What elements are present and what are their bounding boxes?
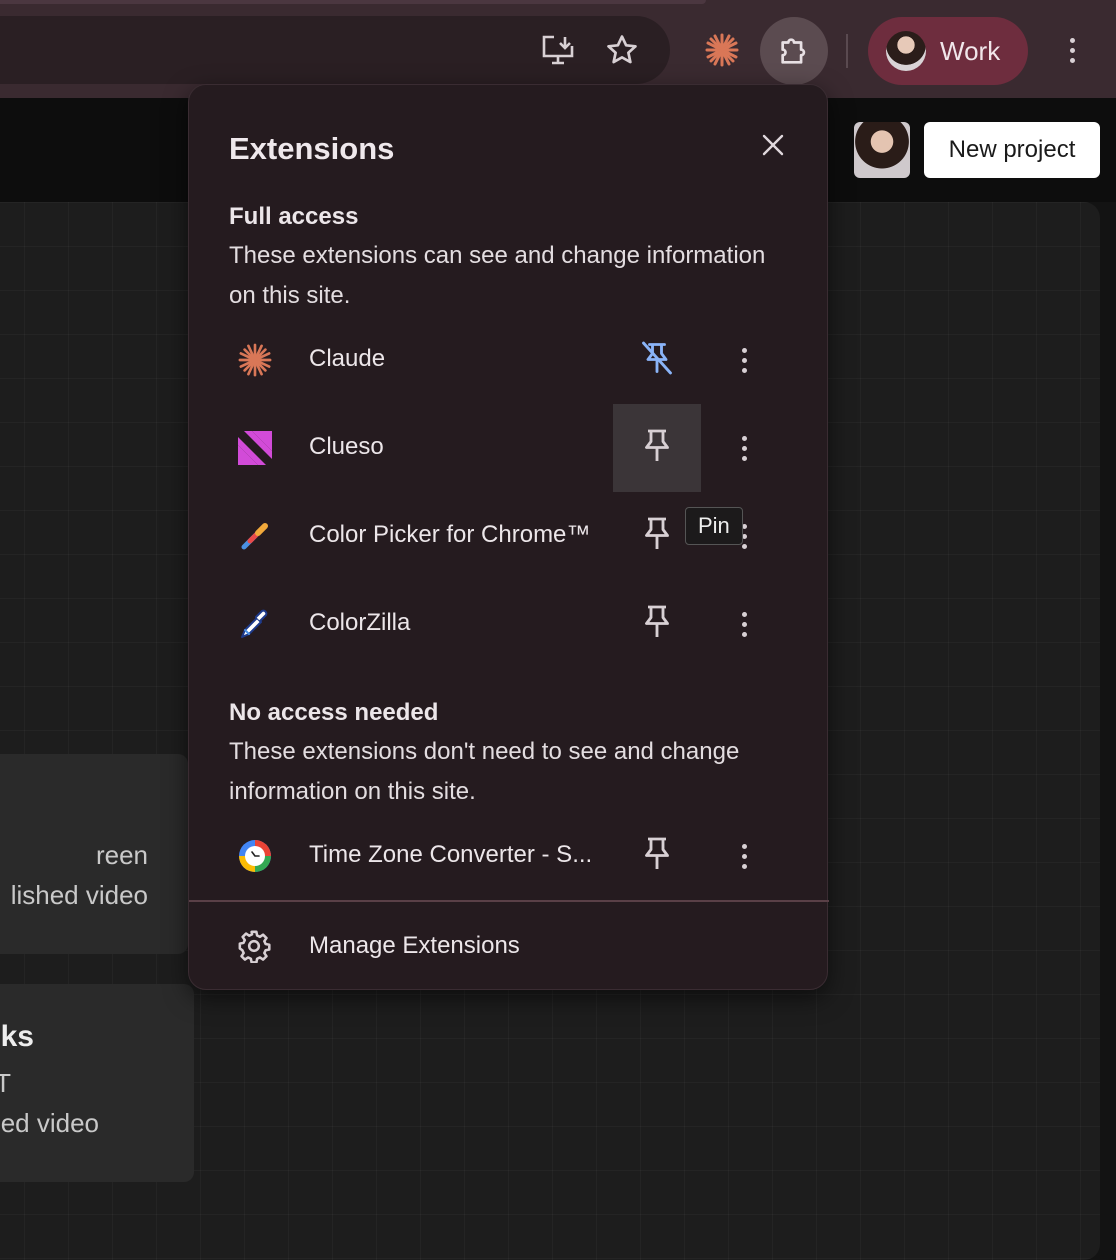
new-project-button[interactable]: New project xyxy=(924,122,1100,178)
card-text: ed video xyxy=(0,1108,99,1138)
toolbar-separator xyxy=(846,34,848,68)
extension-name: Claude xyxy=(309,345,386,372)
section-heading-full-access: Full access xyxy=(229,203,359,230)
pin-tooltip: Pin xyxy=(685,507,743,545)
card-text: reen xyxy=(95,840,148,870)
manage-extensions-button[interactable]: Manage Extensions xyxy=(189,905,829,989)
section-description: These extensions don't need to see and c… xyxy=(229,738,740,805)
section-description: These extensions can see and change info… xyxy=(229,242,766,309)
unpin-icon xyxy=(639,340,675,381)
popup-title: Extensions xyxy=(229,131,395,166)
extensions-menu: Extensions Full access These extensions … xyxy=(188,84,829,990)
feature-card[interactable]: ks PT ed video xyxy=(0,984,194,1182)
divider xyxy=(189,900,829,902)
eyedropper-icon xyxy=(237,606,273,642)
avatar[interactable] xyxy=(854,122,910,178)
more-vert-icon xyxy=(741,843,747,869)
pin-button[interactable] xyxy=(613,404,701,492)
time-zone-converter-icon xyxy=(237,838,273,874)
install-app-icon[interactable] xyxy=(538,32,578,68)
extension-row-colorzilla[interactable]: ColorZilla xyxy=(189,580,829,668)
color-picker-icon xyxy=(237,518,273,554)
more-vert-icon xyxy=(741,611,747,637)
close-icon xyxy=(761,133,785,162)
unpin-button[interactable] xyxy=(613,316,701,404)
extension-name: ColorZilla xyxy=(309,609,411,636)
claude-starburst-icon xyxy=(237,342,273,378)
manage-extensions-label: Manage Extensions xyxy=(309,932,520,959)
bookmark-star-icon[interactable] xyxy=(602,30,642,70)
more-vert-icon xyxy=(741,435,747,461)
more-options-button[interactable] xyxy=(729,340,759,380)
feature-card[interactable]: reen lished video xyxy=(0,754,188,954)
extension-name: Time Zone Converter - S... xyxy=(309,841,593,868)
avatar xyxy=(886,31,926,71)
extensions-puzzle-icon xyxy=(776,33,812,69)
extensions-button[interactable] xyxy=(760,17,828,85)
card-text: lished video xyxy=(10,880,148,910)
pin-icon xyxy=(642,428,672,469)
more-options-button[interactable] xyxy=(729,604,759,644)
card-text: PT xyxy=(0,1068,11,1098)
extension-row-time-zone-converter[interactable]: Time Zone Converter - S... xyxy=(189,812,829,900)
extension-row-clueso[interactable]: Clueso xyxy=(189,404,829,492)
pin-button[interactable] xyxy=(613,812,701,900)
pin-icon xyxy=(642,836,672,877)
extension-row-claude[interactable]: Claude xyxy=(189,316,829,404)
clueso-logo-icon xyxy=(237,430,273,466)
tab-strip-edge xyxy=(0,0,706,4)
profile-button[interactable]: Work xyxy=(868,17,1028,85)
extension-name: Clueso xyxy=(309,433,384,460)
pin-button[interactable] xyxy=(613,580,701,668)
close-button[interactable] xyxy=(755,129,791,165)
section-heading-no-access: No access needed xyxy=(229,699,439,726)
more-options-button[interactable] xyxy=(729,428,759,468)
profile-label: Work xyxy=(940,35,1001,66)
more-vert-icon xyxy=(741,347,747,373)
extension-name: Color Picker for Chrome™ xyxy=(309,521,591,548)
pin-icon xyxy=(642,516,672,557)
gear-icon xyxy=(237,929,273,965)
chrome-menu-icon[interactable] xyxy=(1058,30,1086,70)
more-options-button[interactable] xyxy=(729,836,759,876)
claude-extension-icon[interactable] xyxy=(702,30,742,70)
pin-icon xyxy=(642,604,672,645)
card-title: ks xyxy=(0,1020,34,1053)
